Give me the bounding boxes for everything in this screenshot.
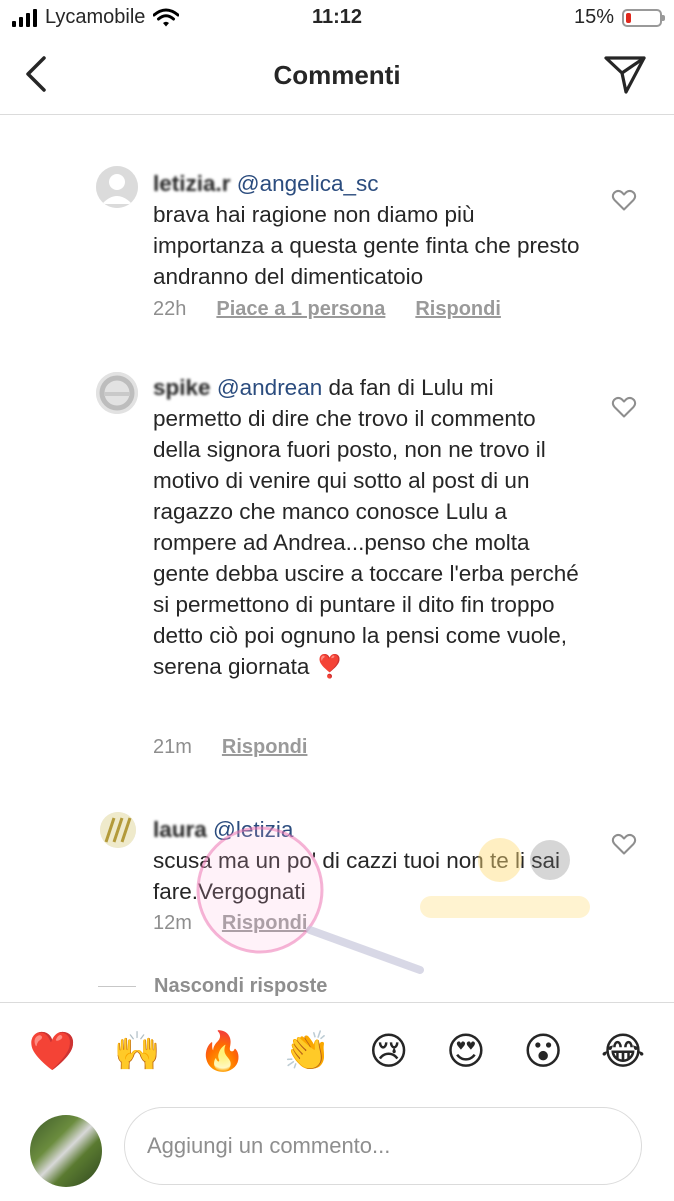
comment-username[interactable]: laura xyxy=(153,817,207,842)
comment-composer: ❤️ 🙌 🔥 👏 😢 😍 😮 😂 xyxy=(0,1002,674,1201)
tears-of-joy-emoji-button[interactable]: 😂 xyxy=(601,1027,645,1075)
comment-mention[interactable]: @letizia xyxy=(213,817,293,842)
raised-hands-emoji-button[interactable]: 🙌 xyxy=(114,1027,161,1075)
profile-photo-icon xyxy=(96,372,138,414)
my-avatar[interactable] xyxy=(30,1115,102,1187)
page-title: Commenti xyxy=(273,60,401,90)
likes-link[interactable]: Piace a 1 persona xyxy=(216,298,385,321)
divider-line xyxy=(98,986,136,987)
like-heart-icon[interactable] xyxy=(611,395,637,419)
comment-mention[interactable]: @angelica_sc xyxy=(237,171,379,196)
status-bar: Lycamobile 11:12 15% xyxy=(0,0,674,40)
clapping-hands-emoji-button[interactable]: 👏 xyxy=(284,1027,331,1075)
comment-mention[interactable]: @andrean xyxy=(217,375,322,400)
default-user-icon xyxy=(96,166,138,208)
hide-replies[interactable]: Nascondi risposte xyxy=(98,975,327,998)
comment-text: scusa ma un po' di cazzi tuoi non te li … xyxy=(153,848,561,904)
avatar[interactable] xyxy=(100,812,136,848)
surprised-face-emoji-button[interactable]: 😮 xyxy=(523,1027,563,1075)
comment-text: fan di Lulu mi permetto di dire che trov… xyxy=(153,375,579,679)
send-paper-plane-icon[interactable] xyxy=(602,52,648,98)
status-right: 15% xyxy=(573,6,665,29)
reply-link[interactable]: Rispondi xyxy=(415,298,501,321)
heart-emoji-button[interactable]: ❤️ xyxy=(29,1027,76,1075)
comment-meta: 12m Rispondi xyxy=(153,912,307,935)
emoji-bar: ❤️ 🙌 🔥 👏 😢 😍 😮 😂 xyxy=(0,1027,674,1075)
comment-time: 12m xyxy=(153,912,192,934)
reply-link[interactable]: Rispondi xyxy=(222,912,308,935)
comment-body: laura @letizia scusa ma un po' di cazzi … xyxy=(153,814,583,907)
avatar[interactable] xyxy=(96,372,138,414)
comment-input[interactable] xyxy=(124,1107,642,1185)
hide-replies-label[interactable]: Nascondi risposte xyxy=(154,975,327,998)
nav-bar: Commenti xyxy=(0,40,674,115)
comment-time: 22h xyxy=(153,298,187,320)
comment-username[interactable]: spike xyxy=(153,375,211,400)
crying-face-emoji-button[interactable]: 😢 xyxy=(369,1027,409,1075)
comment-body: letizia.r @angelica_sc brava hai ragione… xyxy=(153,168,583,292)
comment-text: brava hai ragione non diamo più importan… xyxy=(153,202,580,289)
comment-body: spike @andrean da fan di Lulu mi permett… xyxy=(153,372,583,682)
like-heart-icon[interactable] xyxy=(611,832,637,856)
reply-link[interactable]: Rispondi xyxy=(222,736,308,759)
comment-text-lead: da xyxy=(328,375,354,400)
avatar[interactable] xyxy=(96,166,138,208)
battery-icon xyxy=(622,8,665,27)
comment-time: 21m xyxy=(153,736,192,758)
clock: 11:12 xyxy=(311,6,363,28)
fire-emoji-button[interactable]: 🔥 xyxy=(199,1027,246,1075)
comment-meta: 21m Rispondi xyxy=(153,736,307,759)
profile-photo-icon xyxy=(100,812,136,848)
heart-eyes-emoji-button[interactable]: 😍 xyxy=(446,1027,486,1075)
comment-username[interactable]: letizia.r xyxy=(153,171,231,196)
comment-meta: 22h Piace a 1 persona Rispondi xyxy=(153,298,501,321)
like-heart-icon[interactable] xyxy=(611,188,637,212)
battery-percent: 15% xyxy=(573,6,614,28)
